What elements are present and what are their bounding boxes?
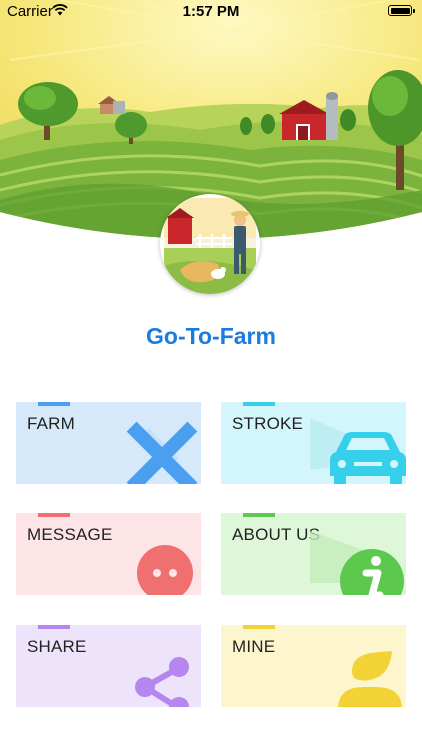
menu-tile-mine[interactable]: MINE	[221, 625, 406, 707]
menu-tile-label: STROKE	[232, 414, 304, 433]
tile-accent-bar	[38, 625, 70, 629]
menu-tile-label: MESSAGE	[27, 525, 113, 544]
info-icon	[310, 531, 404, 595]
menu-tile-label: FARM	[27, 414, 76, 433]
car-icon	[310, 418, 406, 484]
clock: 1:57 PM	[182, 3, 240, 20]
user-icon	[338, 651, 402, 707]
farm-logo-avatar	[160, 194, 260, 294]
tile-accent-bar	[243, 625, 275, 629]
share-icon	[135, 657, 189, 707]
farmer-illustration-icon	[164, 198, 256, 294]
windmill-icon	[126, 421, 198, 484]
menu-tile-label: SHARE	[27, 637, 87, 656]
menu-tile-stroke[interactable]: STROKE	[221, 402, 406, 484]
tile-accent-bar	[243, 402, 275, 406]
tile-accent-bar	[243, 513, 275, 517]
menu-tile-farm[interactable]: FARM	[16, 402, 201, 484]
menu-tile-label: MINE	[232, 637, 276, 656]
app-title: Go-To-Farm	[146, 323, 276, 349]
menu-tile-message[interactable]: MESSAGE	[16, 513, 201, 595]
status-bar: Carrier 1:57 PM	[0, 0, 422, 24]
battery-icon	[388, 5, 415, 16]
tile-accent-bar	[38, 402, 70, 406]
menu-tile-share[interactable]: SHARE	[16, 625, 201, 707]
tile-accent-bar	[38, 513, 70, 517]
menu-tile-about-us[interactable]: ABOUT US	[221, 513, 406, 595]
chat-bubble-icon	[137, 545, 193, 595]
